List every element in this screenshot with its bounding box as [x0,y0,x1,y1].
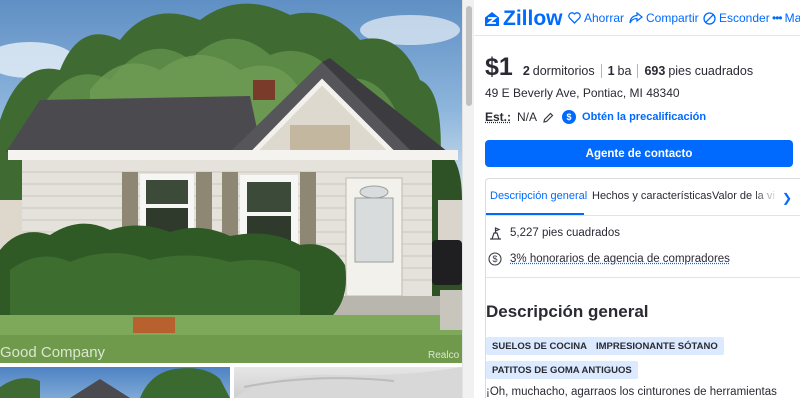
share-button[interactable]: Compartir [629,11,699,25]
listing-details-panel: Zillow Ahorrar Compartir Esconder ••• Ma… [474,0,800,398]
share-icon [629,12,643,24]
estimate-value: N/A [517,110,538,124]
contact-agent-button[interactable]: Agente de contacto [485,140,793,167]
listing-tabs-card: Descripción general Hechos y característ… [485,178,800,398]
more-button[interactable]: ••• Ma [772,11,800,25]
dollar-circle-icon: $ [486,252,504,266]
lot-size-icon [486,226,504,240]
heart-icon [568,12,581,24]
sqft-value: 693 [644,64,666,78]
tab-facts-features[interactable]: Hechos y características [592,190,712,202]
baths-label: ba [617,64,632,78]
thumbnail-illustration [0,368,230,398]
tab-overview[interactable]: Descripción general [490,190,587,202]
house-photo-illustration [0,3,462,363]
tab-bar: Descripción general Hechos y característ… [486,179,800,216]
more-dots-icon: ••• [772,11,783,25]
overview-title: Descripción general [486,302,649,321]
estimate-label[interactable]: Est.: [485,110,511,124]
photo-gallery[interactable]: Good Company Realco [0,0,462,398]
highlight-tag: SUELOS DE COCINA [486,337,594,355]
zillow-logo[interactable]: Zillow [484,7,563,31]
photo-scrollbar[interactable] [462,0,474,398]
prequal-dollar-icon: $ [562,110,577,124]
sqft-fact: 693 pies cuadrados [637,64,759,78]
baths-value: 1 [607,64,615,78]
save-label: Ahorrar [584,11,625,25]
pencil-icon[interactable] [543,112,554,123]
lot-size-row: 5,227 pies cuadrados [486,226,620,240]
listing-price: $1 [485,53,513,81]
commission-text[interactable]: 3% honorarios de agencia de compradores [510,253,730,265]
commission-row: $ 3% honorarios de agencia de compradore… [486,252,730,266]
sqft-label: pies cuadrados [668,64,754,78]
beds-fact: 2 dormitorios [523,64,601,78]
listing-header-bar: Zillow Ahorrar Compartir Esconder ••• Ma [474,0,800,36]
hide-button[interactable]: Esconder [703,11,770,25]
zillow-logo-icon [485,12,499,26]
save-button[interactable]: Ahorrar [568,11,624,25]
photo-thumbnail[interactable] [0,367,230,398]
highlight-tag: PATITOS DE GOMA ANTIGUOS [486,361,638,379]
overview-section: Descripción general SUELOS DE COCINA IMP… [486,277,800,398]
highlight-tag: IMPRESIONANTE SÓTANO [590,337,724,355]
prequal-link[interactable]: Obtén la precalificación [582,111,706,123]
listing-address: 49 E Beverly Ave, Pontiac, MI 48340 [485,86,680,100]
svg-text:$: $ [492,254,497,264]
photo-thumbnail[interactable] [234,367,462,398]
share-label: Compartir [646,11,699,25]
chevron-right-icon[interactable]: ❯ [782,191,792,205]
listing-page: Good Company Realco Zillow Ahorrar Compa… [0,0,800,398]
main-listing-photo[interactable]: Good Company Realco [0,0,462,363]
price-and-facts: $1 2 dormitorios 1 ba 693 pies cuadrados [485,53,759,82]
baths-fact: 1 ba [600,64,638,78]
logo-text: Zillow [503,7,563,30]
lot-size-text: 5,227 pies cuadrados [510,227,620,239]
more-label: Ma [784,11,800,25]
active-tab-indicator [486,213,584,215]
photo-watermark: Good Company [0,344,106,361]
overview-description: ¡Oh, muchacho, agarraos los cinturones d… [486,386,777,398]
photo-watermark-brand: Realco [428,350,460,361]
estimate-row: Est.: N/A $ Obtén la precalificación [485,110,706,124]
scrollbar-thumb[interactable] [466,6,472,106]
hide-label: Esconder [719,11,770,25]
thumbnail-illustration [234,367,462,398]
hide-icon [703,11,716,25]
beds-label: dormitorios [532,64,595,78]
beds-value: 2 [522,64,530,78]
